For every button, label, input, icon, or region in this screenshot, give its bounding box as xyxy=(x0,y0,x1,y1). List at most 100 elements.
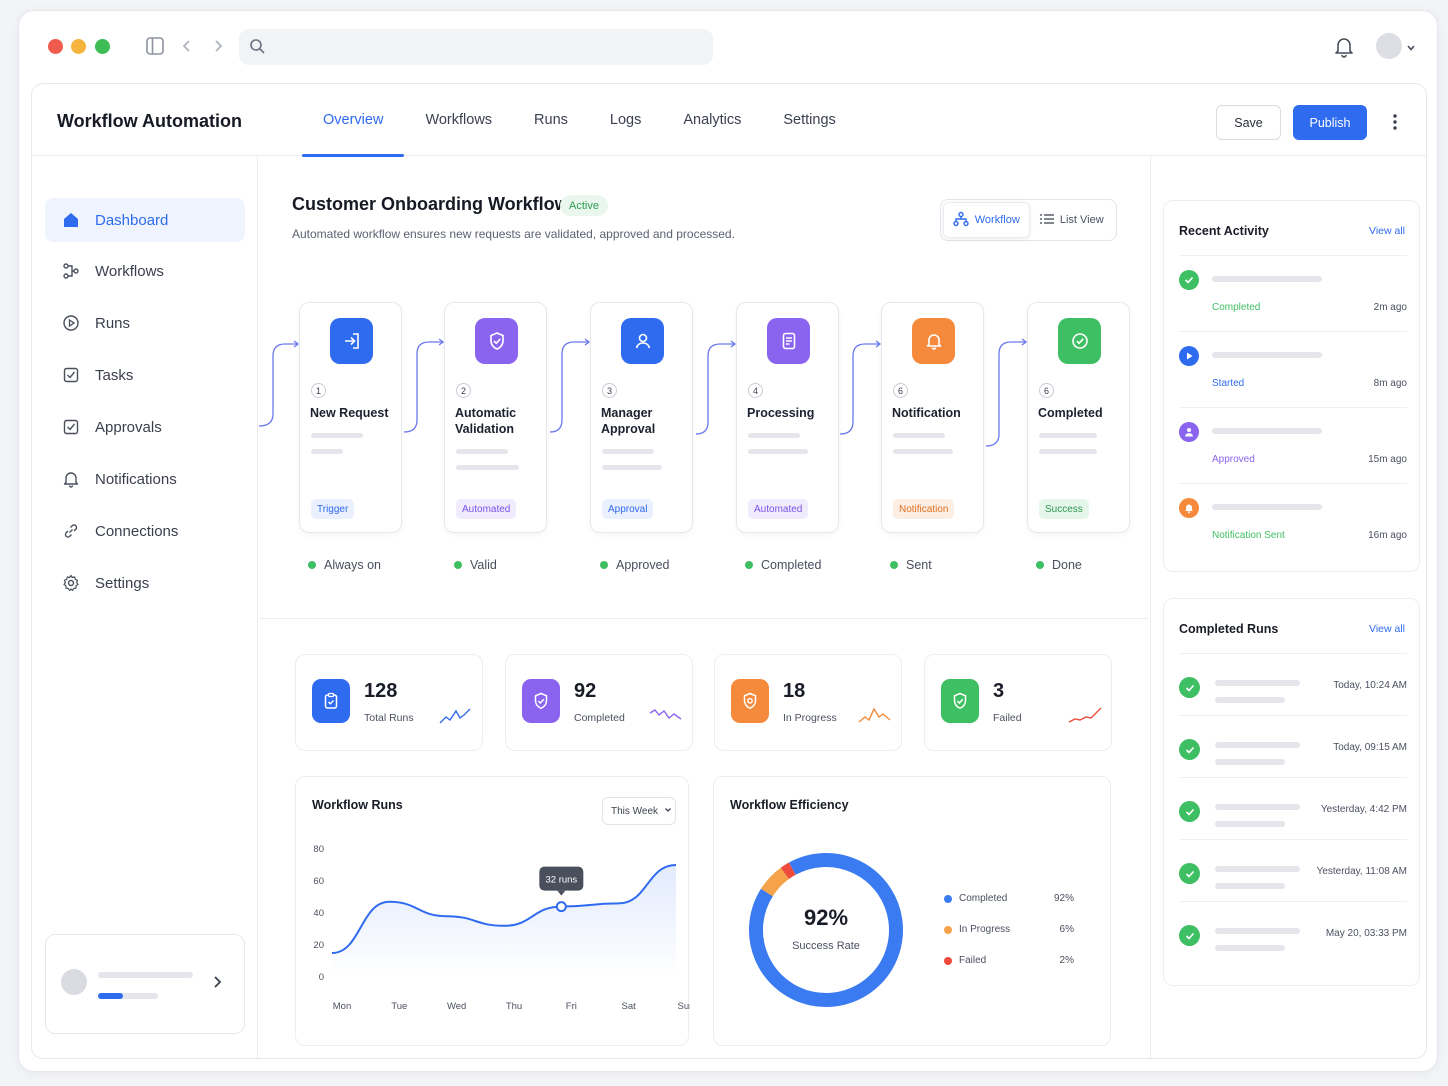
stat-value: 3 xyxy=(993,680,1005,702)
step-name: Processing xyxy=(747,406,815,420)
sidebar-item-dashboard[interactable]: Dashboard xyxy=(45,198,245,242)
tab-runs[interactable]: Runs xyxy=(513,84,589,156)
shield-check-icon xyxy=(522,679,560,723)
y-tick-label: 40 xyxy=(313,908,324,919)
sidebar-item-label: Tasks xyxy=(95,366,134,384)
activity-item[interactable]: Notification Sent 16m ago xyxy=(1179,483,1407,559)
workflow-efficiency-card: Workflow Efficiency 92% Success Rate Com… xyxy=(713,776,1111,1046)
workflow-runs-card: Workflow Runs This Week 0 20 40 60 80 Mon Tue W… xyxy=(295,776,690,1046)
sidebar-item-label: Notifications xyxy=(95,470,177,488)
notifications-bell-icon[interactable] xyxy=(1333,35,1355,64)
check-circle-icon xyxy=(1058,318,1101,364)
more-options-icon[interactable] xyxy=(1387,111,1403,133)
tab-logs[interactable]: Logs xyxy=(589,84,662,156)
chevron-down-icon[interactable] xyxy=(1406,40,1416,58)
check-shield-icon xyxy=(941,679,979,723)
workflow-view-button[interactable]: Workflow xyxy=(943,202,1030,238)
sidebar-item-approvals[interactable]: Approvals xyxy=(45,405,245,449)
x-tick-label: Mon xyxy=(333,1001,351,1012)
check-icon xyxy=(1179,739,1200,760)
sidebar-toggle-icon[interactable] xyxy=(144,35,166,57)
stat-label: In Progress xyxy=(783,712,837,724)
view-all-link[interactable]: View all xyxy=(1369,623,1405,635)
completed-run-item[interactable]: Yesterday, 4:42 PM xyxy=(1179,777,1407,839)
legend-label: In Progress xyxy=(959,924,1011,935)
step-card-completed[interactable]: 6 Completed Success xyxy=(1027,302,1130,533)
play-icon xyxy=(1179,346,1199,366)
shield-check-icon xyxy=(475,318,518,364)
tab-settings[interactable]: Settings xyxy=(762,84,856,156)
step-card-manager-approval[interactable]: 3 Manager Approval Approval xyxy=(590,302,693,533)
app-container: Workflow Automation Overview Workflows R… xyxy=(31,83,1427,1059)
sidebar-item-tasks[interactable]: Tasks xyxy=(45,353,245,397)
view-all-link[interactable]: View all xyxy=(1369,225,1405,237)
profile-card[interactable] xyxy=(45,934,245,1034)
tab-overview[interactable]: Overview xyxy=(302,84,405,157)
step-name: Notification xyxy=(892,406,961,420)
legend-value: 6% xyxy=(1059,924,1074,935)
view-toggle: Workflow List View xyxy=(940,199,1117,241)
tab-analytics[interactable]: Analytics xyxy=(662,84,762,156)
save-button[interactable]: Save xyxy=(1216,105,1281,140)
activity-status: Started xyxy=(1212,378,1245,389)
activity-item[interactable]: Approved 15m ago xyxy=(1179,407,1407,483)
bell-icon xyxy=(912,318,955,364)
sidebar-item-connections[interactable]: Connections xyxy=(45,509,245,553)
bell-icon xyxy=(1179,498,1199,518)
back-icon[interactable] xyxy=(176,35,198,57)
activity-time: 16m ago xyxy=(1368,530,1407,541)
success-rate-value: 92% xyxy=(803,905,849,930)
tab-workflows[interactable]: Workflows xyxy=(404,84,513,156)
app-header: Workflow Automation Overview Workflows R… xyxy=(32,84,1426,157)
step-number: 1 xyxy=(311,383,326,398)
completed-run-item[interactable]: May 20, 03:33 PM xyxy=(1179,901,1407,963)
step-card-automatic-validation[interactable]: 2 Automatic Validation Automated xyxy=(444,302,547,533)
list-icon xyxy=(1039,213,1054,228)
status-dot xyxy=(745,561,753,569)
legend-item: Failed 2% xyxy=(944,955,1074,969)
user-avatar[interactable] xyxy=(1376,33,1402,59)
browser-chrome xyxy=(19,11,1437,83)
run-time: Yesterday, 4:42 PM xyxy=(1320,804,1407,815)
sidebar-item-label: Settings xyxy=(95,574,150,592)
y-tick-label: 60 xyxy=(313,876,324,887)
home-icon xyxy=(61,210,81,230)
close-window-button[interactable] xyxy=(48,39,63,54)
forward-icon[interactable] xyxy=(207,35,229,57)
activity-item[interactable]: Started 8m ago xyxy=(1179,331,1407,407)
step-number: 2 xyxy=(456,383,471,398)
sidebar-item-label: Runs xyxy=(95,314,131,332)
completed-run-item[interactable]: Today, 10:24 AM xyxy=(1179,653,1407,715)
progress-fill xyxy=(98,993,123,999)
sidebar-item-notifications[interactable]: Notifications xyxy=(45,457,245,501)
sidebar-item-settings[interactable]: Settings xyxy=(45,561,245,605)
completed-run-item[interactable]: Today, 09:15 AM xyxy=(1179,715,1407,777)
donut-slice xyxy=(780,862,796,880)
step-tag: Success xyxy=(1039,499,1089,519)
activity-item[interactable]: Completed 2m ago xyxy=(1179,255,1407,331)
legend-swatch xyxy=(944,926,952,934)
stat-label: Completed xyxy=(574,712,625,724)
app-title: Workflow Automation xyxy=(57,111,242,131)
status-dot xyxy=(1036,561,1044,569)
step-status: Always on xyxy=(308,558,381,572)
minimize-window-button[interactable] xyxy=(71,39,86,54)
chevron-right-icon[interactable] xyxy=(212,975,222,994)
x-tick-label: Tue xyxy=(391,1001,407,1012)
list-view-button[interactable]: List View xyxy=(1030,202,1115,238)
shield-icon xyxy=(731,679,769,723)
sidebar-item-workflows[interactable]: Workflows xyxy=(45,249,245,293)
address-bar[interactable] xyxy=(239,29,713,65)
step-tag: Automated xyxy=(748,499,809,519)
divider xyxy=(259,618,1149,619)
completed-run-item[interactable]: Yesterday, 11:08 AM xyxy=(1179,839,1407,901)
publish-button[interactable]: Publish xyxy=(1293,105,1367,140)
step-status: Approved xyxy=(600,558,670,572)
maximize-window-button[interactable] xyxy=(95,39,110,54)
sidebar-item-runs[interactable]: Runs xyxy=(45,301,245,345)
step-card-new-request[interactable]: 1 New Request Trigger xyxy=(299,302,402,533)
clipboard-icon xyxy=(312,679,350,723)
completed-runs-card: Completed Runs View all Today, 10:24 AM … xyxy=(1163,598,1420,986)
step-card-processing[interactable]: 4 Processing Automated xyxy=(736,302,839,533)
step-card-notification[interactable]: 6 Notification Notification xyxy=(881,302,984,533)
